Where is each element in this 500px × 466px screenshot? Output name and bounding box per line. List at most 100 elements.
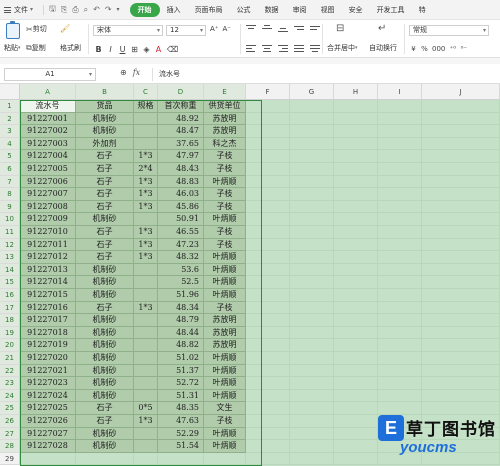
row-header[interactable]: 10 — [0, 213, 20, 226]
cell-G3[interactable] — [290, 125, 334, 138]
cell-C2[interactable] — [134, 112, 158, 126]
cell-J14[interactable] — [422, 263, 500, 277]
cell-J24[interactable] — [422, 389, 500, 403]
cell-D25[interactable]: 48.35 — [158, 402, 204, 415]
increase-decimal-button[interactable]: ⁺⁰ — [449, 45, 457, 53]
cell-E13[interactable]: 叶炳顺 — [204, 251, 246, 264]
cell-B25[interactable]: 石子 — [76, 402, 134, 415]
cell-J12[interactable] — [422, 238, 500, 252]
cell-E16[interactable]: 叶炳顺 — [204, 289, 246, 302]
italic-button[interactable]: I — [107, 45, 114, 54]
cell-D23[interactable]: 52.72 — [158, 377, 204, 390]
cell-F15[interactable] — [246, 276, 290, 289]
cell-F18[interactable] — [246, 314, 290, 327]
cell-A27[interactable]: 91227027 — [20, 427, 76, 441]
cell-D24[interactable]: 51.31 — [158, 389, 204, 403]
cell-H26[interactable] — [334, 415, 378, 428]
cell-D26[interactable]: 47.63 — [158, 415, 204, 428]
cell-I19[interactable] — [378, 326, 422, 340]
cell-A9[interactable]: 91227008 — [20, 200, 76, 214]
column-header-G[interactable]: G — [290, 84, 334, 100]
tab-8[interactable]: 开发工具 — [370, 3, 412, 17]
cell-A25[interactable]: 91227025 — [20, 402, 76, 415]
cell-C16[interactable] — [134, 289, 158, 302]
row-header[interactable]: 24 — [0, 389, 20, 403]
cell-A23[interactable]: 91227023 — [20, 377, 76, 390]
column-header-D[interactable]: D — [158, 84, 204, 100]
cell-A3[interactable]: 91227002 — [20, 125, 76, 138]
cell-G16[interactable] — [290, 289, 334, 302]
cell-D6[interactable]: 48.43 — [158, 163, 204, 176]
cell-D29[interactable] — [158, 452, 204, 466]
cell-I16[interactable] — [378, 289, 422, 302]
cell-J22[interactable] — [422, 364, 500, 378]
cell-G14[interactable] — [290, 263, 334, 277]
cell-E11[interactable]: 子枝 — [204, 226, 246, 239]
cell-J16[interactable] — [422, 289, 500, 302]
tab-3[interactable]: 公式 — [230, 3, 258, 17]
row-header[interactable]: 23 — [0, 377, 20, 390]
tab-4[interactable]: 数据 — [258, 3, 286, 17]
cell-F7[interactable] — [246, 175, 290, 189]
cell-H9[interactable] — [334, 200, 378, 214]
tab-6[interactable]: 视图 — [314, 3, 342, 17]
cell-C13[interactable]: 1*3 — [134, 251, 158, 264]
cell-A6[interactable]: 91227005 — [20, 163, 76, 176]
cell-E18[interactable]: 苏放明 — [204, 314, 246, 327]
cell-A13[interactable]: 91227012 — [20, 251, 76, 264]
cell-H15[interactable] — [334, 276, 378, 289]
cut-button[interactable]: ✂ 剪切 — [26, 24, 47, 34]
cell-E9[interactable]: 子枝 — [204, 200, 246, 214]
row-header[interactable]: 3 — [0, 125, 20, 138]
cell-G26[interactable] — [290, 415, 334, 428]
cell-H5[interactable] — [334, 150, 378, 163]
font-name-select[interactable]: 宋体 ▾ — [93, 25, 163, 36]
cell-H13[interactable] — [334, 251, 378, 264]
cell-F4[interactable] — [246, 137, 290, 151]
cell-F25[interactable] — [246, 402, 290, 415]
cell-G7[interactable] — [290, 175, 334, 189]
cell-J20[interactable] — [422, 339, 500, 352]
column-header-A[interactable]: A — [20, 84, 76, 100]
increase-font-button[interactable]: A⁺ — [210, 25, 218, 33]
cell-G24[interactable] — [290, 389, 334, 403]
cell-H3[interactable] — [334, 125, 378, 138]
redo-icon[interactable]: ↷ — [105, 5, 112, 14]
border-icon[interactable]: ⊞ — [131, 45, 138, 54]
cell-A22[interactable]: 91227021 — [20, 364, 76, 378]
cell-C5[interactable]: 1*3 — [134, 150, 158, 163]
cell-B20[interactable]: 机制砂 — [76, 339, 134, 352]
cell-G5[interactable] — [290, 150, 334, 163]
decrease-font-button[interactable]: A⁻ — [222, 25, 230, 33]
cell-F3[interactable] — [246, 125, 290, 138]
cell-B26[interactable]: 石子 — [76, 415, 134, 428]
cell-C20[interactable] — [134, 339, 158, 352]
cell-C29[interactable] — [134, 452, 158, 466]
cell-C23[interactable] — [134, 377, 158, 390]
cell-B23[interactable]: 机制砂 — [76, 377, 134, 390]
cell-A16[interactable]: 91227015 — [20, 289, 76, 302]
cell-F16[interactable] — [246, 289, 290, 302]
cell-J8[interactable] — [422, 188, 500, 201]
cell-F13[interactable] — [246, 251, 290, 264]
tab-1[interactable]: 插入 — [160, 3, 188, 17]
cell-F29[interactable] — [246, 452, 290, 466]
bold-button[interactable]: B — [95, 45, 102, 54]
cell-F26[interactable] — [246, 415, 290, 428]
cell-D10[interactable]: 50.91 — [158, 213, 204, 226]
row-header[interactable]: 5 — [0, 150, 20, 163]
align-middle-icon[interactable] — [262, 24, 272, 33]
cell-H29[interactable] — [334, 452, 378, 466]
row-header[interactable]: 25 — [0, 402, 20, 415]
row-header[interactable]: 4 — [0, 137, 20, 151]
cell-H21[interactable] — [334, 352, 378, 365]
cell-J3[interactable] — [422, 125, 500, 138]
cell-I15[interactable] — [378, 276, 422, 289]
cell-I8[interactable] — [378, 188, 422, 201]
cell-C21[interactable] — [134, 352, 158, 365]
cell-A29[interactable] — [20, 452, 76, 466]
cell-G21[interactable] — [290, 352, 334, 365]
function-icon[interactable]: fx — [133, 68, 140, 77]
cell-F28[interactable] — [246, 440, 290, 453]
cell-B29[interactable] — [76, 452, 134, 466]
